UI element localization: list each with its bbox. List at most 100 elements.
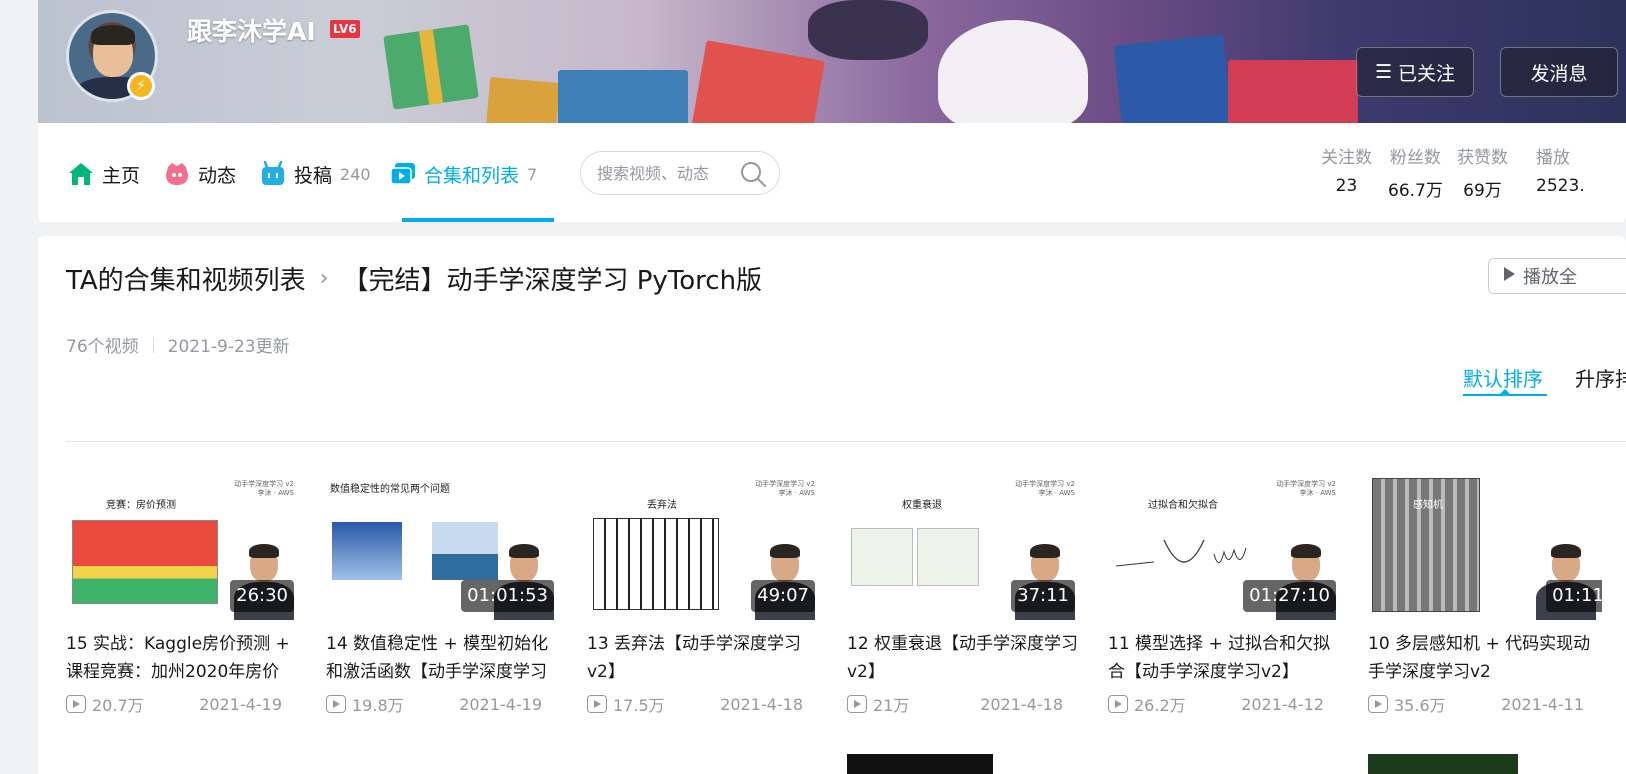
tab-collections-label: 合集和列表 [424,164,520,187]
slide-title: 感知机 [1413,500,1443,511]
banner-art [938,20,1088,123]
video-card[interactable]: 数值稳定性的常见两个问题 01:01:53 14 数值稳定性 + 模型初始化和激… [326,472,560,716]
video-count: 76个视频 [66,337,139,357]
video-card[interactable]: 丢弃法 动手学深度学习 v2 李沐 · AWS 49:07 13 丢弃法【动手学深… [587,472,821,716]
stat-likes: 获赞数 69万 [1457,143,1508,201]
video-card[interactable]: 权重衰退 动手学深度学习 v2 李沐 · AWS 37:11 12 权重衰退【动手… [847,472,1081,716]
search-box[interactable] [580,151,780,195]
publish-date: 2021-4-18 [980,694,1063,714]
banner-art [558,70,688,123]
video-duration: 37:11 [1011,580,1075,612]
cloud-photo [332,522,402,580]
tab-home[interactable]: 主页 [68,159,140,189]
slide-title: 竞赛：房价预测 [106,500,176,511]
tab-dynamic[interactable]: 动态 [164,159,236,189]
video-thumbnail-next-row[interactable] [1368,754,1518,774]
view-count: 20.7万 [92,696,144,715]
video-thumbnail-next-row[interactable] [847,754,993,774]
breadcrumb-root[interactable]: TA的合集和视频列表 [66,260,306,297]
sort-default[interactable]: 默认排序 [1463,363,1543,392]
stat-label: 粉丝数 [1389,148,1441,168]
view-count: 26.2万 [1134,696,1186,715]
video-duration: 01:11: [1546,580,1602,612]
play-all-label: 播放全 [1523,267,1577,288]
active-tab-indicator [402,218,554,222]
video-meta: 17.5万 2021-4-18 [587,692,821,716]
profile-nav: 主页 动态 投稿 240 合集和列表 7 关注数 23 粉丝数 66.7万 获赞 [38,123,1626,222]
banner-art [1228,60,1358,123]
play-count-icon [1108,695,1128,713]
tab-home-label: 主页 [102,164,141,187]
tab-collections[interactable]: 合集和列表 7 [390,159,537,189]
tab-uploads-count: 240 [340,164,371,184]
publish-date: 2021-4-18 [720,694,803,714]
message-button[interactable]: 发消息 [1500,47,1618,97]
slide-title: 丢弃法 [647,500,677,511]
video-title[interactable]: 11 模型选择 + 过拟合和欠拟合【动手学深度学习v2】 [1108,630,1342,686]
publish-date: 2021-4-12 [1241,694,1324,714]
play-count-icon [66,695,86,713]
banner-art [383,24,479,110]
video-title[interactable]: 13 丢弃法【动手学深度学习v2】 [587,630,821,686]
video-title[interactable]: 10 多层感知机 + 代码实现动手学深度学习v2 [1368,630,1602,686]
thumb-watermark: 动手学深度学习 v2 李沐 · AWS [1276,480,1336,497]
video-meta: 35.6万 2021-4-11 [1368,692,1602,716]
collection-panel: TA的合集和视频列表 › 【完结】动手学深度学习 PyTorch版 播放全 76… [38,236,1626,774]
slide-title: 权重衰退 [902,500,942,511]
search-input[interactable] [597,163,737,183]
video-thumbnail[interactable]: 过拟合和欠拟合 动手学深度学习 v2 李沐 · AWS 01:27:10 [1108,472,1342,620]
video-thumbnail[interactable]: 丢弃法 动手学深度学习 v2 李沐 · AWS 49:07 [587,472,821,620]
video-card[interactable]: 竞赛：房价预测 动手学深度学习 v2 李沐 · AWS 26:30 15 实战：K… [66,472,300,716]
sea-photo [432,522,498,580]
tab-uploads[interactable]: 投稿 240 [260,159,371,189]
tab-collections-count: 7 [527,164,538,184]
plot-image [851,528,913,586]
home-icon [68,161,94,187]
video-title[interactable]: 14 数值稳定性 + 模型初始化和激活函数【动手学深度学习 [326,630,560,686]
level-badge: LV6 [330,20,360,38]
cartoon-illustration [593,518,719,610]
video-thumbnail[interactable]: 数值稳定性的常见两个问题 01:01:53 [326,472,560,620]
slide-title: 数值稳定性的常见两个问题 [330,484,450,495]
divider [66,441,1626,442]
publish-date: 2021-4-11 [1501,694,1584,714]
slide-title: 过拟合和欠拟合 [1148,500,1218,511]
video-card[interactable]: 感知机 01:11: 10 多层感知机 + 代码实现动手学深度学习v2 35.6… [1368,472,1602,716]
house-illustration [72,520,218,604]
video-card[interactable]: 过拟合和欠拟合 动手学深度学习 v2 李沐 · AWS 01:27:10 11 模… [1108,472,1342,716]
stat-plays: 播放 2523. [1536,143,1585,196]
breadcrumb: TA的合集和视频列表 › 【完结】动手学深度学习 PyTorch版 [66,260,762,296]
stat-label: 播放 [1536,148,1570,168]
view-count: 35.6万 [1394,696,1446,715]
video-duration: 01:01:53 [461,580,554,612]
stat-label: 获赞数 [1457,148,1508,168]
play-all-button[interactable]: 播放全 [1488,258,1626,294]
tab-dynamic-label: 动态 [198,164,237,187]
play-icon [1501,265,1517,288]
stat-value: 2523. [1536,176,1585,196]
search-icon[interactable] [739,160,767,188]
video-title[interactable]: 12 权重衰退【动手学深度学习v2】 [847,630,1081,686]
video-duration: 01:27:10 [1243,580,1336,612]
stat-following[interactable]: 关注数 23 [1321,143,1372,196]
play-count-icon [847,695,867,713]
collection-meta: 76个视频 2021-9-23更新 [66,332,290,357]
update-date: 2021-9-23更新 [167,337,290,357]
video-meta: 20.7万 2021-4-19 [66,692,300,716]
follow-button[interactable]: ☰ 已关注 [1356,47,1474,97]
sort-ascending[interactable]: 升序排 [1575,363,1626,392]
collection-title: 【完结】动手学深度学习 PyTorch版 [342,265,763,296]
view-count: 21万 [873,696,910,715]
stat-followers[interactable]: 粉丝数 66.7万 [1388,143,1443,201]
thumb-watermark: 动手学深度学习 v2 李沐 · AWS [234,480,294,497]
stat-value: 66.7万 [1388,181,1443,201]
chevron-right-icon: › [319,265,329,291]
video-thumbnail[interactable]: 权重衰退 动手学深度学习 v2 李沐 · AWS 37:11 [847,472,1081,620]
video-thumbnail[interactable]: 感知机 01:11: [1368,472,1602,620]
fit-curves-image [1115,539,1247,567]
banner-art [485,77,561,123]
collection-icon [390,161,416,187]
video-thumbnail[interactable]: 竞赛：房价预测 动手学深度学习 v2 李沐 · AWS 26:30 [66,472,300,620]
username: 跟李沐学AI [187,17,316,46]
video-title[interactable]: 15 实战：Kaggle房价预测 + 课程竞赛：加州2020年房价 [66,630,300,686]
